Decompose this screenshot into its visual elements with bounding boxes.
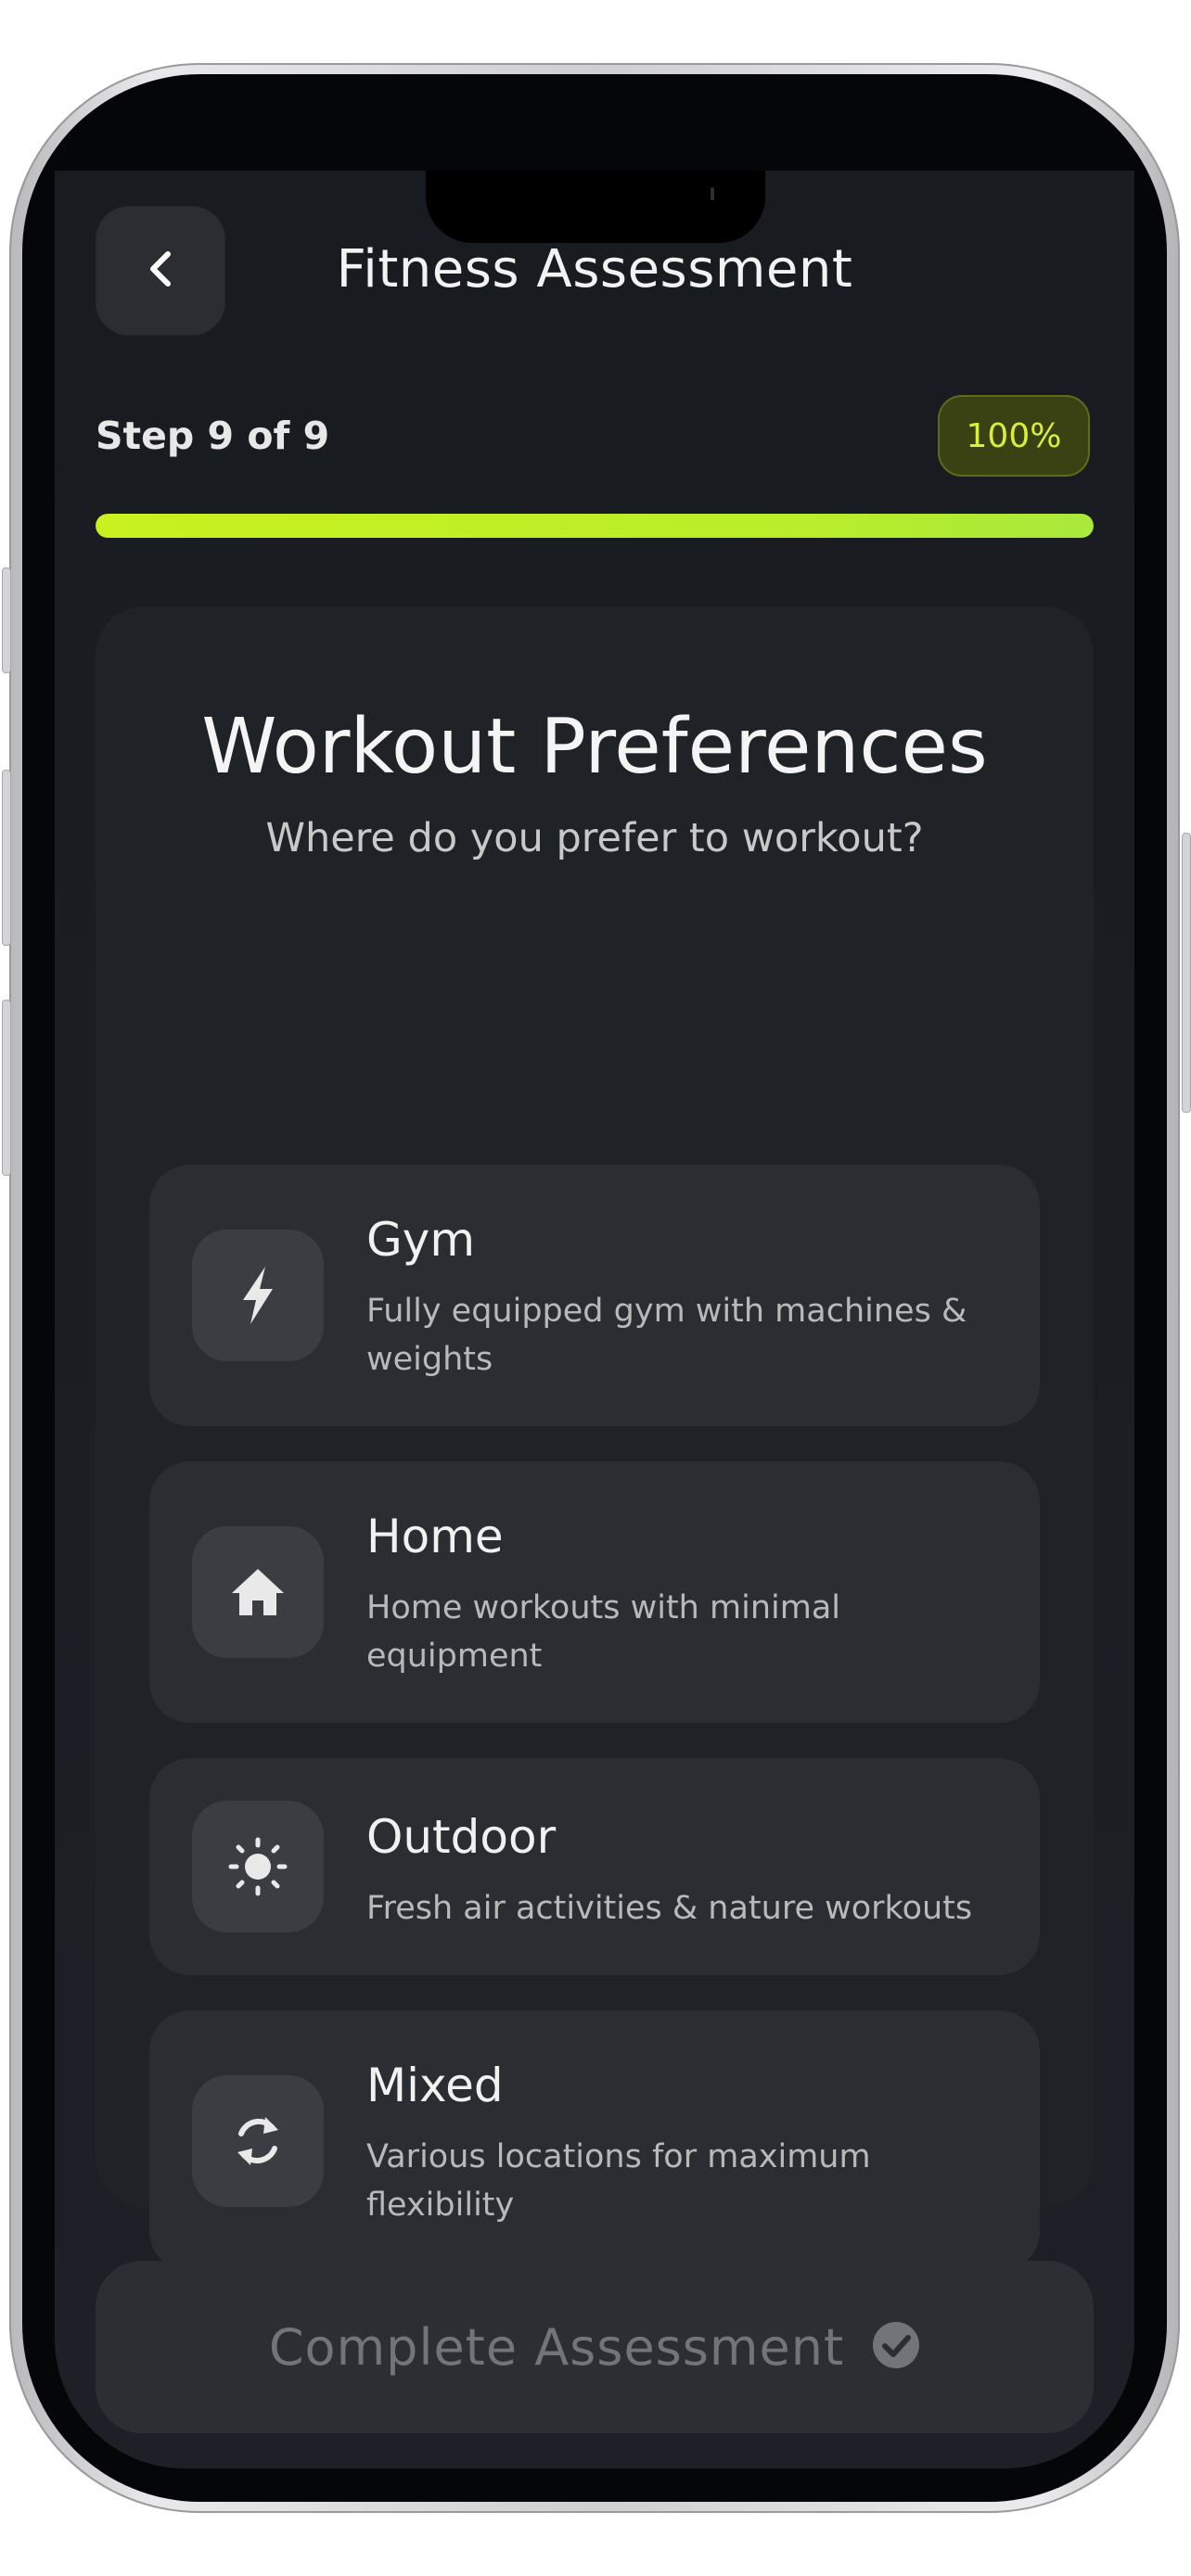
lightning-bolt-icon (192, 1230, 324, 1361)
option-description: Various locations for maximum flexibilit… (366, 2138, 871, 2224)
home-icon (192, 1526, 324, 1658)
option-outdoor[interactable]: Outdoor Fresh air activities & nature wo… (149, 1758, 1040, 1975)
option-title: Mixed (366, 2059, 504, 2112)
option-mixed[interactable]: Mixed Various locations for maximum flex… (149, 2010, 1040, 2272)
step-counter: Step 9 of 9 (96, 414, 330, 458)
check-circle-icon (872, 2321, 920, 2373)
option-title: Home (366, 1510, 504, 1563)
option-description: Home workouts with minimal equipment (366, 1589, 840, 1675)
option-title: Outdoor (366, 1810, 557, 1864)
volume-up-button (2, 770, 11, 946)
option-home[interactable]: Home Home workouts with minimal equipmen… (149, 1461, 1040, 1723)
option-description: Fresh air activities & nature workouts (366, 1890, 973, 1927)
volume-down-button (2, 1000, 11, 1176)
action-button (2, 567, 11, 673)
sun-icon (192, 1801, 324, 1932)
section-title: Workout Preferences (201, 703, 988, 791)
power-button (1182, 833, 1191, 1113)
section-subtitle: Where do you prefer to workout? (265, 815, 924, 861)
complete-assessment-button[interactable]: Complete Assessment (96, 2261, 1094, 2433)
camera-dot (711, 187, 714, 200)
app-screen: Fitness Assessment Step 9 of 9 100% Work… (55, 171, 1134, 2468)
option-title: Gym (366, 1213, 476, 1267)
progress-bar (96, 514, 1094, 538)
complete-assessment-label: Complete Assessment (268, 2317, 845, 2377)
preferences-card: Workout Preferences Where do you prefer … (96, 606, 1094, 2272)
progress-bar-fill (96, 514, 1094, 538)
sync-arrows-icon (192, 2075, 324, 2207)
dynamic-island (426, 171, 765, 243)
option-description: Fully equipped gym with machines & weigh… (366, 1293, 967, 1378)
option-gym[interactable]: Gym Fully equipped gym with machines & w… (149, 1165, 1040, 1426)
page-title: Fitness Assessment (336, 239, 853, 300)
progress-percent-badge: 100% (938, 395, 1090, 477)
